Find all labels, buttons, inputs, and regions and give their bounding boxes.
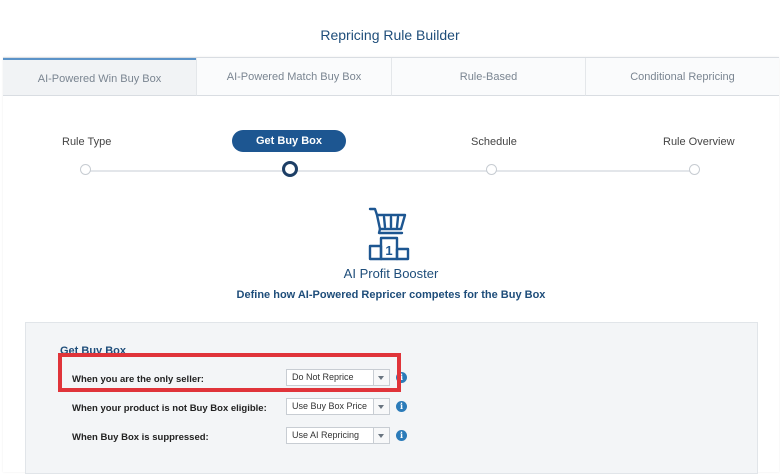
tab-bar: AI-Powered Win Buy Box AI-Powered Match … (3, 58, 779, 96)
step-dot-rule-overview[interactable] (689, 164, 700, 175)
tab-ai-win-buy-box[interactable]: AI-Powered Win Buy Box (3, 58, 196, 96)
rule-builder-card: AI-Powered Win Buy Box AI-Powered Match … (3, 57, 779, 474)
page-title: Repricing Rule Builder (320, 27, 460, 43)
not-eligible-select[interactable]: Use Buy Box Price (286, 398, 390, 415)
tab-ai-match-buy-box[interactable]: AI-Powered Match Buy Box (196, 58, 391, 96)
cart-podium-icon: 1 (368, 207, 410, 261)
chevron-down-icon[interactable] (373, 428, 389, 443)
suppressed-value: Use AI Repricing (292, 430, 360, 440)
not-eligible-label: When your product is not Buy Box eligibl… (72, 403, 267, 414)
info-icon[interactable]: i (396, 401, 407, 412)
step-schedule[interactable]: Schedule (471, 136, 517, 148)
chevron-down-icon[interactable] (373, 399, 389, 414)
info-icon[interactable]: i (396, 430, 407, 441)
step-rule-type[interactable]: Rule Type (62, 136, 111, 148)
tab-conditional-repricing[interactable]: Conditional Repricing (585, 58, 779, 96)
hero-subtitle: Define how AI-Powered Repricer competes … (236, 289, 546, 301)
svg-text:1: 1 (385, 243, 392, 258)
suppressed-label: When Buy Box is suppressed: (72, 432, 209, 443)
suppressed-select[interactable]: Use AI Repricing (286, 427, 390, 444)
step-dot-get-buy-box[interactable] (282, 161, 298, 177)
stepper-track (87, 170, 699, 172)
step-rule-overview[interactable]: Rule Overview (663, 136, 735, 148)
step-dot-rule-type[interactable] (80, 164, 91, 175)
not-eligible-value: Use Buy Box Price (292, 401, 368, 411)
step-dot-schedule[interactable] (486, 164, 497, 175)
highlight-box (58, 353, 401, 392)
tab-rule-based[interactable]: Rule-Based (391, 58, 585, 96)
hero-title: AI Profit Booster (343, 266, 439, 281)
get-buy-box-panel: Get Buy Box When you are the only seller… (25, 322, 758, 474)
step-get-buy-box[interactable]: Get Buy Box (232, 130, 346, 152)
